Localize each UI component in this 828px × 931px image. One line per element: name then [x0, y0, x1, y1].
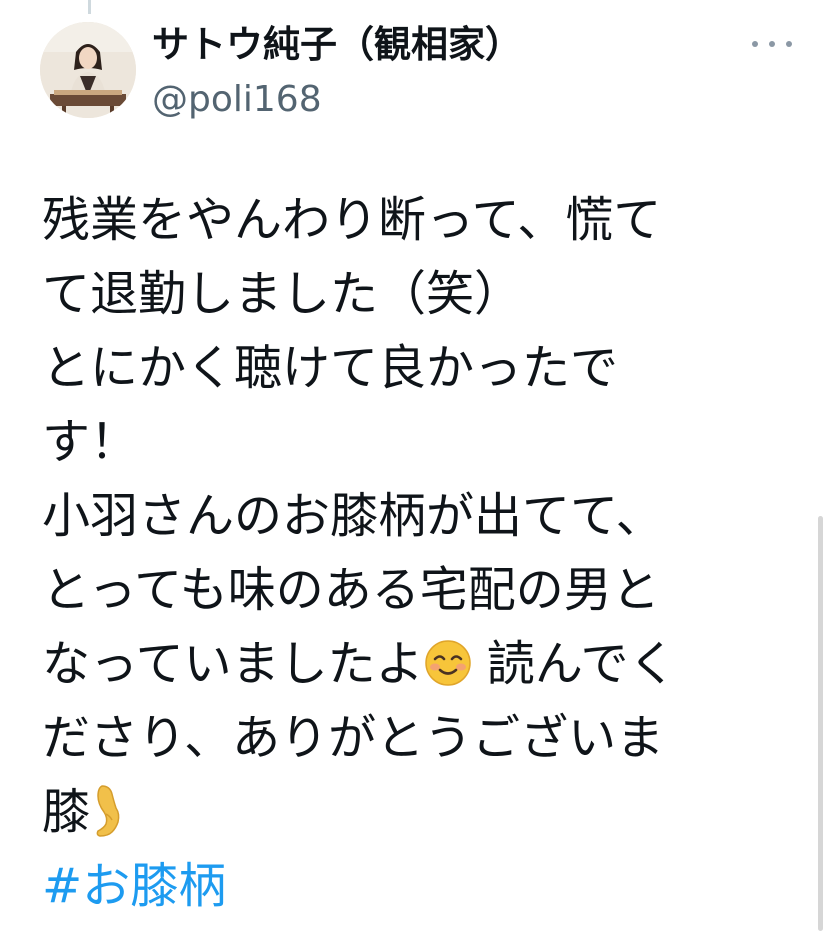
- more-dot-icon: [769, 41, 775, 47]
- author-display-name[interactable]: サトウ純子（観相家）: [152, 20, 522, 70]
- hashtag-link[interactable]: #お膝柄: [42, 849, 812, 923]
- profile-photo-icon: [40, 22, 136, 118]
- tweet-line-text: 膝: [42, 784, 91, 840]
- tweet-line: とっても味のある宅配の男と: [42, 562, 660, 618]
- tweet-text: 残業をやんわり断って、慌て て退勤しました（笑） とにかく聴けて良かったで す！…: [42, 183, 812, 923]
- author-handle[interactable]: @poli168: [152, 76, 322, 124]
- leg-icon: [96, 785, 120, 837]
- tweet-line: て退勤しました（笑）: [42, 266, 523, 322]
- tweet-line: なっていましたよ 読んでく: [42, 627, 812, 701]
- tweet-line: 膝: [42, 775, 812, 849]
- scrollbar[interactable]: [818, 516, 823, 931]
- tweet-line: す！: [42, 414, 139, 470]
- more-dot-icon: [786, 41, 792, 47]
- tweet-line: 小羽さんのお膝柄が出てて、: [42, 488, 664, 544]
- tweet-line-text: 読んでく: [471, 636, 677, 692]
- thread-connector-line: [88, 0, 91, 14]
- tweet-line-text: なっていましたよ: [42, 636, 424, 692]
- more-dot-icon: [752, 41, 758, 47]
- tweet-line: とにかく聴けて良かったで: [42, 340, 619, 396]
- tweet-line: ださり、ありがとうございま: [42, 710, 665, 766]
- smiling-face-icon: [424, 640, 471, 686]
- avatar[interactable]: [40, 22, 136, 118]
- more-options-button[interactable]: [752, 30, 792, 58]
- tweet-line: 残業をやんわり断って、慌て: [42, 192, 662, 248]
